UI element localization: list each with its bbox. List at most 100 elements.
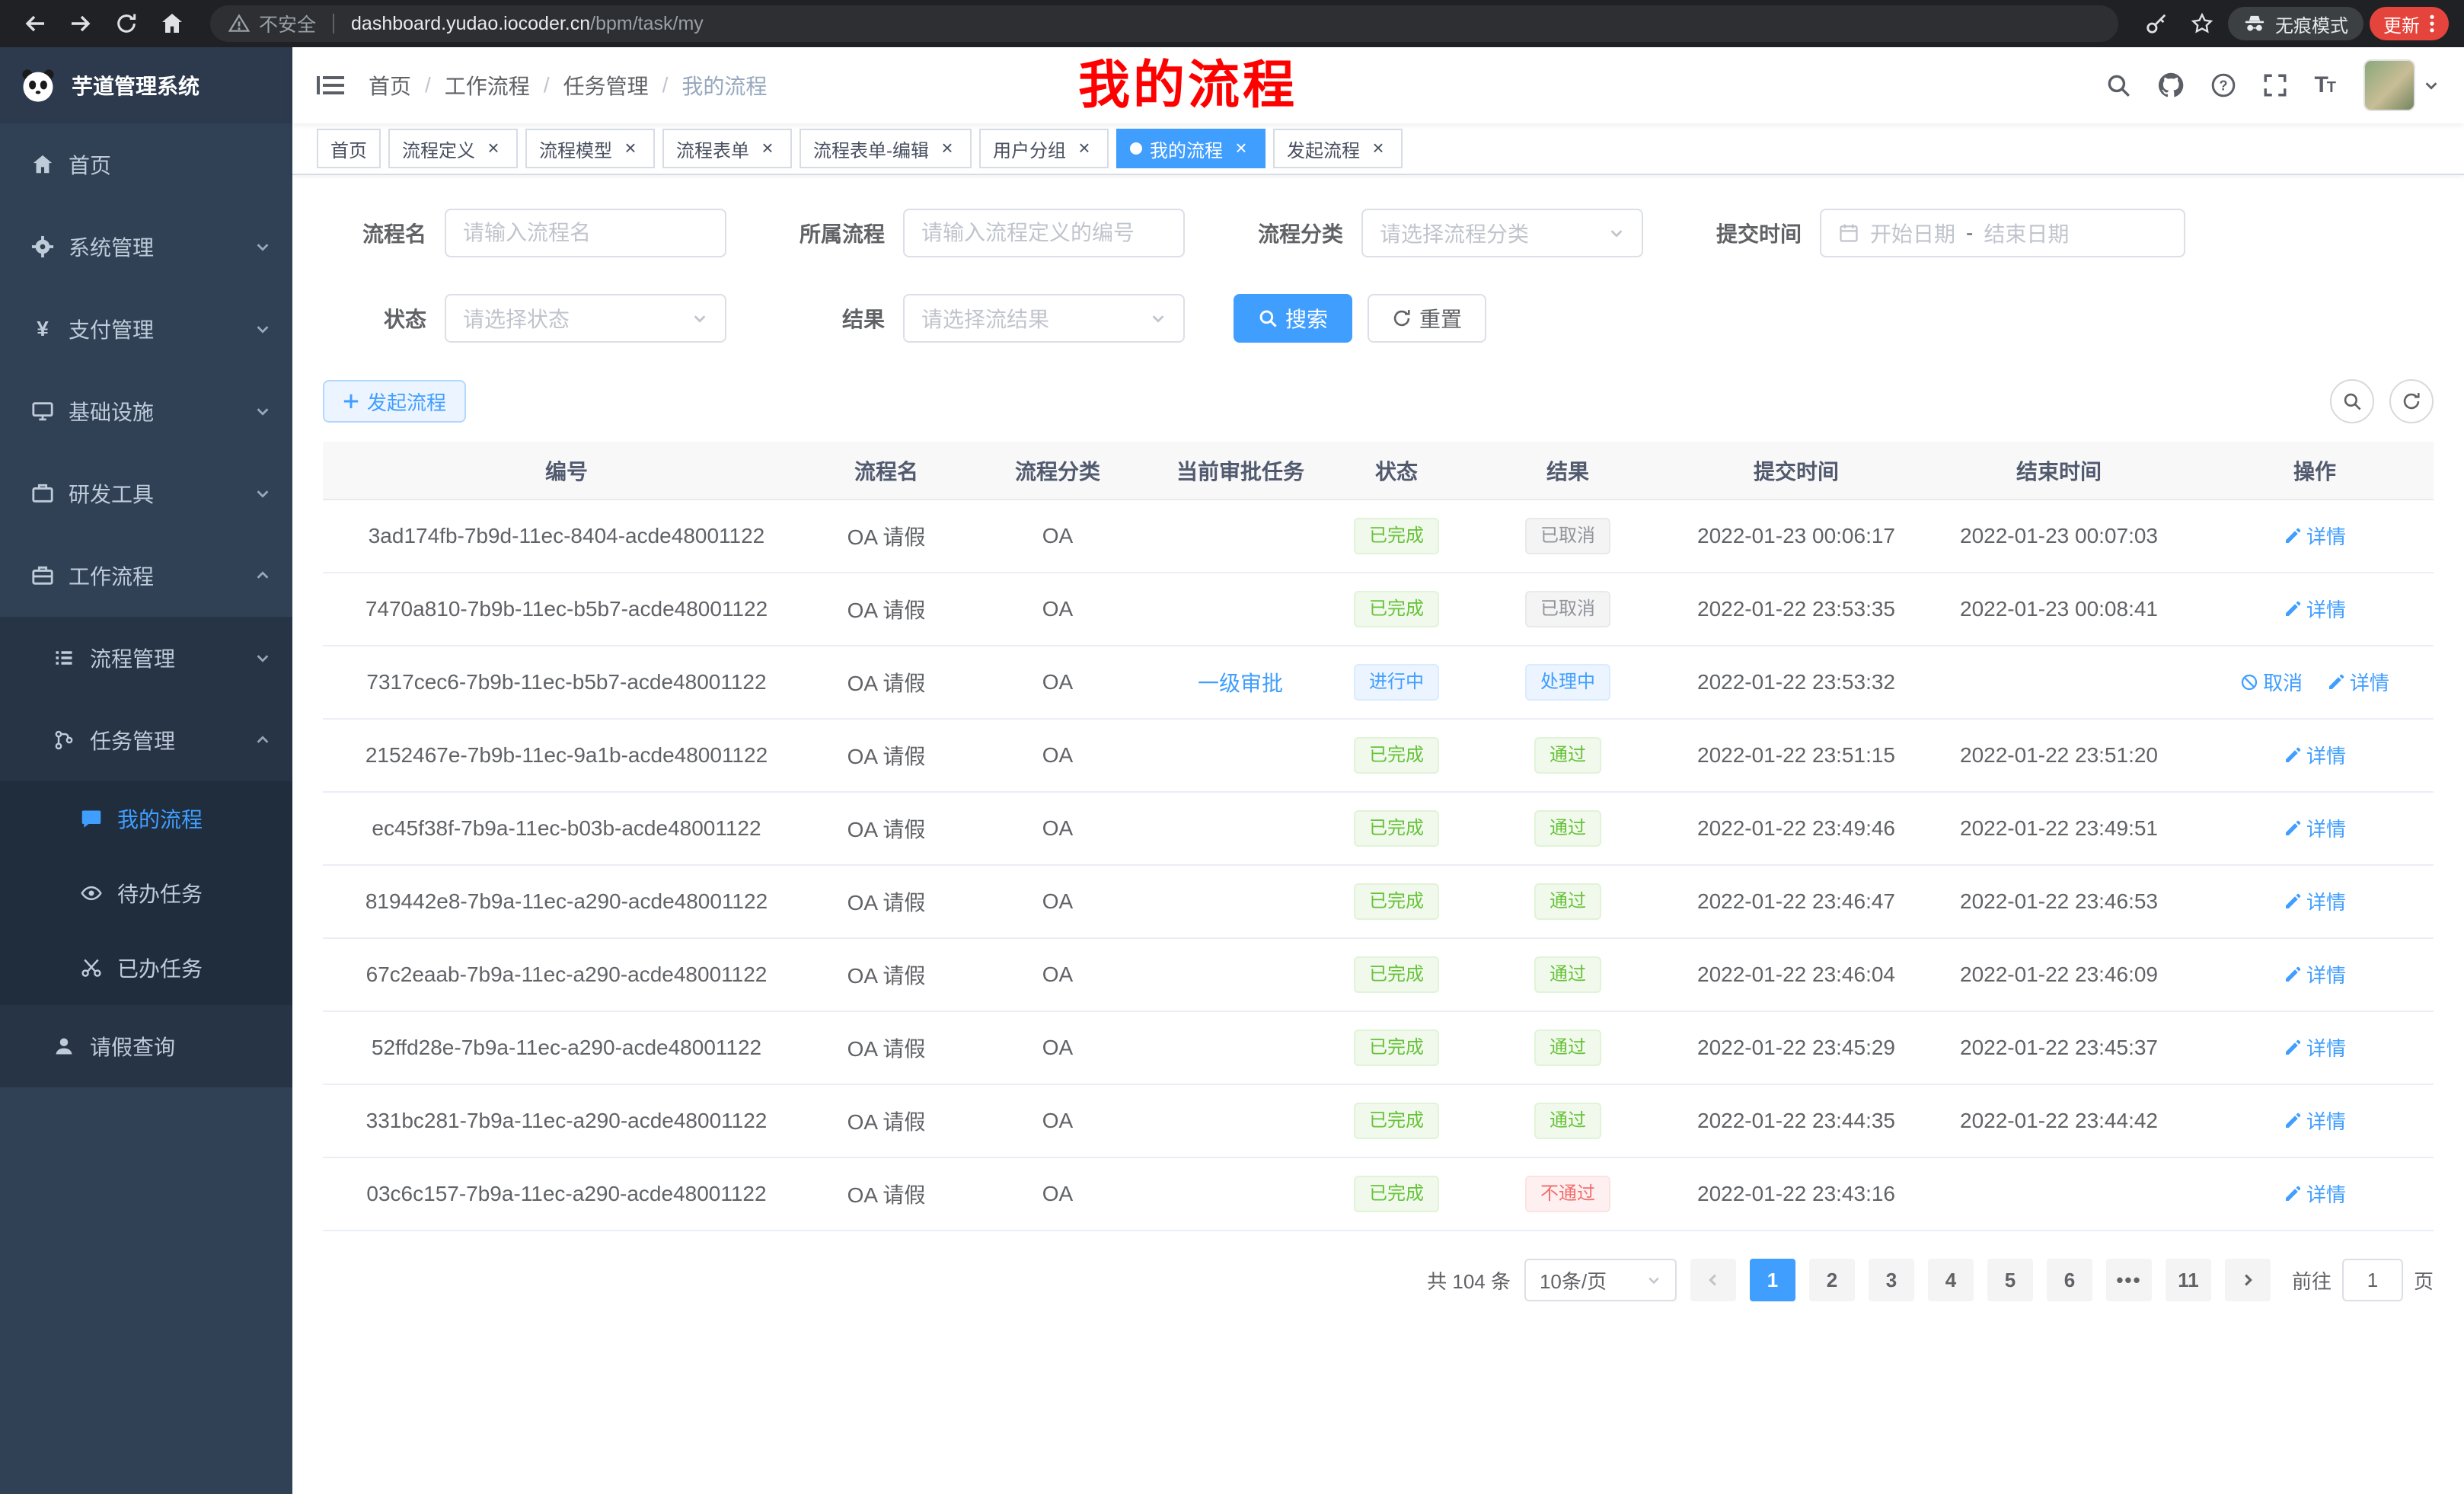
breadcrumb: 首页 / 工作流程 / 任务管理 / 我的流程 xyxy=(369,70,767,101)
password-key-icon[interactable] xyxy=(2137,4,2176,43)
breadcrumb-home[interactable]: 首页 xyxy=(369,70,411,101)
close-icon[interactable]: × xyxy=(1230,138,1252,159)
page-button-3[interactable]: 3 xyxy=(1869,1259,1914,1301)
page-button-11[interactable]: 11 xyxy=(2166,1259,2211,1301)
close-icon[interactable]: × xyxy=(937,138,958,159)
sidebar-item-done-tasks[interactable]: 已办任务 xyxy=(0,931,292,1005)
sidebar-item-infrastructure[interactable]: 基础设施 xyxy=(0,370,292,452)
detail-link[interactable]: 详情 xyxy=(2284,1106,2346,1135)
tab-process-form[interactable]: 流程表单× xyxy=(662,129,792,168)
toggle-search-button[interactable] xyxy=(2330,379,2374,423)
detail-link[interactable]: 详情 xyxy=(2284,741,2346,769)
date-range-picker[interactable]: 开始日期 - 结束日期 xyxy=(1820,209,2185,257)
tab-process-form-edit[interactable]: 流程表单-编辑× xyxy=(800,129,972,168)
sidebar-item-task-management[interactable]: 任务管理 xyxy=(0,699,292,781)
tab-home[interactable]: 首页 xyxy=(317,129,381,168)
sidebar-item-my-process[interactable]: 我的流程 xyxy=(0,781,292,856)
detail-link[interactable]: 详情 xyxy=(2284,887,2346,915)
bookmark-star-icon[interactable] xyxy=(2182,4,2222,43)
tab-my-process[interactable]: 我的流程× xyxy=(1116,129,1266,168)
cancel-link[interactable]: 取消 xyxy=(2240,668,2303,696)
close-icon[interactable]: × xyxy=(1074,138,1095,159)
sidebar-item-dev-tools[interactable]: 研发工具 xyxy=(0,452,292,535)
cell-submit-time: 2022-01-22 23:45:29 xyxy=(1671,1011,1922,1084)
detail-link[interactable]: 详情 xyxy=(2284,1180,2346,1208)
page-button-6[interactable]: 6 xyxy=(2047,1259,2092,1301)
sidebar-item-home[interactable]: 首页 xyxy=(0,123,292,206)
tab-user-group[interactable]: 用户分组× xyxy=(979,129,1109,168)
browser-refresh-icon[interactable] xyxy=(107,4,146,43)
help-icon[interactable]: ? xyxy=(2210,72,2236,98)
app-logo[interactable]: 芋道管理系统 xyxy=(0,47,292,123)
sidebar-item-payment[interactable]: ¥ 支付管理 xyxy=(0,288,292,370)
search-icon[interactable] xyxy=(2105,72,2131,98)
detail-link[interactable]: 详情 xyxy=(2284,595,2346,623)
github-icon[interactable] xyxy=(2157,72,2185,99)
result-label: 结果 xyxy=(763,303,885,334)
col-id: 编号 xyxy=(323,442,810,500)
browser-back-icon[interactable] xyxy=(15,4,55,43)
status-badge: 已完成 xyxy=(1354,1176,1439,1212)
tab-process-model[interactable]: 流程模型× xyxy=(525,129,655,168)
page-size-value: 10条/页 xyxy=(1540,1266,1607,1294)
process-category-select[interactable]: 请选择流程分类 xyxy=(1361,209,1643,257)
breadcrumb-task-management[interactable]: 任务管理 xyxy=(563,70,649,101)
browser-home-icon[interactable] xyxy=(152,4,192,43)
user-menu[interactable] xyxy=(2363,59,2440,111)
reset-button[interactable]: 重置 xyxy=(1368,294,1486,343)
result-select[interactable]: 请选择流结果 xyxy=(903,294,1185,343)
prev-page-button[interactable] xyxy=(1690,1259,1736,1301)
address-bar[interactable]: 不安全 dashboard.yudao.iocoder.cn/bpm/task/… xyxy=(210,5,2118,42)
sidebar-item-workflow[interactable]: 工作流程 xyxy=(0,535,292,617)
update-label: 更新 xyxy=(2383,11,2420,37)
close-icon[interactable]: × xyxy=(757,138,778,159)
refresh-table-button[interactable] xyxy=(2389,379,2434,423)
status-select[interactable]: 请选择状态 xyxy=(445,294,726,343)
avatar[interactable] xyxy=(2363,59,2415,111)
detail-link[interactable]: 详情 xyxy=(2327,668,2389,696)
page-button-2[interactable]: 2 xyxy=(1809,1259,1855,1301)
detail-link[interactable]: 详情 xyxy=(2284,960,2346,988)
page-button-4[interactable]: 4 xyxy=(1928,1259,1974,1301)
kebab-menu-icon[interactable] xyxy=(2429,13,2435,34)
browser-forward-icon[interactable] xyxy=(61,4,101,43)
sidebar-item-leave-query[interactable]: 请假查询 xyxy=(0,1005,292,1087)
fullscreen-icon[interactable] xyxy=(2262,72,2288,98)
sidebar-item-system[interactable]: 系统管理 xyxy=(0,206,292,288)
cell-name: OA 请假 xyxy=(810,573,962,646)
cell-submit-time: 2022-01-23 00:06:17 xyxy=(1671,500,1922,573)
chat-icon xyxy=(79,808,104,829)
sidebar-item-todo-tasks[interactable]: 待办任务 xyxy=(0,856,292,931)
goto-page-input[interactable] xyxy=(2342,1259,2403,1301)
process-name-input[interactable] xyxy=(445,209,726,257)
table-row: 03c6c157-7b9a-11ec-a290-acde48001122 OA … xyxy=(323,1157,2434,1231)
tab-start-process[interactable]: 发起流程× xyxy=(1273,129,1403,168)
page-size-select[interactable]: 10条/页 xyxy=(1524,1259,1677,1301)
font-size-icon[interactable]: TT xyxy=(2314,72,2335,98)
pagination-ellipsis[interactable]: ••• xyxy=(2106,1259,2152,1301)
search-button[interactable]: 搜索 xyxy=(1234,294,1352,343)
cell-id: 7470a810-7b9b-11ec-b5b7-acde48001122 xyxy=(323,573,810,646)
page-button-5[interactable]: 5 xyxy=(1987,1259,2033,1301)
detail-link[interactable]: 详情 xyxy=(2284,522,2346,550)
tab-process-definition[interactable]: 流程定义× xyxy=(388,129,518,168)
detail-link[interactable]: 详情 xyxy=(2284,1033,2346,1061)
chevron-down-icon xyxy=(254,485,271,502)
close-icon[interactable]: × xyxy=(620,138,641,159)
start-process-button[interactable]: 发起流程 xyxy=(323,380,466,423)
browser-update-button[interactable]: 更新 xyxy=(2370,7,2449,40)
detail-link[interactable]: 详情 xyxy=(2284,814,2346,842)
close-icon[interactable]: × xyxy=(483,138,504,159)
page-button-1[interactable]: 1 xyxy=(1750,1259,1795,1301)
current-task-link[interactable]: 一级审批 xyxy=(1198,672,1283,695)
process-id-input[interactable] xyxy=(903,209,1185,257)
gear-icon xyxy=(30,235,55,258)
breadcrumb-workflow[interactable]: 工作流程 xyxy=(445,70,530,101)
table-row: 67c2eaab-7b9a-11ec-a290-acde48001122 OA … xyxy=(323,938,2434,1011)
cell-end-time: 2022-01-23 00:07:03 xyxy=(1922,500,2196,573)
sidebar-toggle-icon[interactable] xyxy=(317,73,344,97)
sidebar-item-process-management[interactable]: 流程管理 xyxy=(0,617,292,699)
next-page-button[interactable] xyxy=(2225,1259,2271,1301)
close-icon[interactable]: × xyxy=(1368,138,1389,159)
breadcrumb-current: 我的流程 xyxy=(681,70,767,101)
